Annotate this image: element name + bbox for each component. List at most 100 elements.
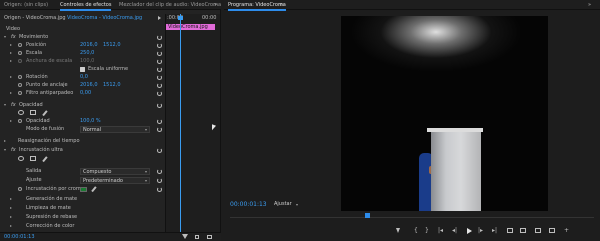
playhead-handle[interactable] (178, 16, 183, 20)
group-correccion[interactable]: Corrección de color (0, 222, 165, 230)
lift-icon[interactable] (507, 228, 513, 233)
export-frame-icon[interactable] (207, 234, 212, 239)
setting-select[interactable]: Predeterminado (80, 176, 150, 184)
expand-chevron-icon[interactable] (10, 225, 12, 227)
zoom-select[interactable]: Ajustar (274, 201, 314, 208)
go-to-out-icon[interactable]: ▸| (492, 228, 497, 234)
eyedropper-icon[interactable] (91, 186, 97, 192)
key-color-swatch[interactable] (80, 186, 87, 192)
reset-icon[interactable] (157, 50, 162, 56)
add-marker-icon[interactable] (396, 228, 400, 233)
panel-overflow-icon[interactable]: » (214, 1, 217, 9)
export-frame-icon[interactable] (535, 228, 541, 233)
reset-icon[interactable] (157, 90, 162, 96)
filter-icon[interactable] (182, 234, 188, 239)
effect-movimiento[interactable]: fx Movimiento (0, 33, 165, 41)
ruler-track[interactable] (230, 217, 594, 218)
uniform-scale-checkbox[interactable] (80, 66, 85, 72)
fx-icon[interactable]: fx (11, 33, 16, 41)
reset-icon[interactable] (157, 82, 162, 88)
stopwatch-icon[interactable] (18, 119, 22, 123)
reset-icon[interactable] (157, 74, 162, 80)
fx-icon[interactable]: fx (11, 146, 16, 154)
reset-icon[interactable] (157, 147, 162, 153)
antiparpadeo-value[interactable]: 0,00 (80, 89, 91, 97)
stopwatch-icon[interactable] (18, 51, 22, 55)
reset-icon[interactable] (157, 126, 162, 132)
expand-chevron-icon[interactable] (10, 92, 12, 94)
expand-chevron-icon[interactable] (10, 44, 12, 46)
comparison-view-icon[interactable] (549, 228, 555, 233)
playhead-handle[interactable] (365, 213, 370, 218)
reset-icon[interactable] (157, 168, 162, 174)
reset-icon[interactable] (157, 186, 162, 192)
group-generacion[interactable]: Generación de mate (0, 195, 165, 203)
expand-chevron-icon[interactable] (10, 60, 12, 62)
posicion-y-value[interactable]: 1512,0 (103, 41, 121, 49)
mark-out-icon[interactable]: } (425, 228, 429, 234)
reset-icon[interactable] (157, 34, 162, 40)
tab-audio-clip-mixer[interactable]: Mezclador del clip de audio: VideoCroma (119, 1, 221, 9)
group-limpieza[interactable]: Limpieza de mate (0, 204, 165, 212)
show-timeline-icon[interactable] (158, 16, 161, 20)
panel-overflow-icon[interactable]: » (588, 1, 591, 9)
playhead-line[interactable] (180, 14, 181, 236)
escala-value[interactable]: 250,0 (80, 49, 94, 57)
rotacion-value[interactable]: 0,0 (80, 73, 88, 81)
opacidad-value[interactable]: 100,0 % (80, 117, 101, 125)
step-back-icon[interactable]: ◂| (452, 228, 457, 234)
sequence-clip-label[interactable]: VideoCroma - VideoCroma.jpg (67, 14, 142, 22)
program-time-ruler[interactable] (224, 211, 600, 219)
rectangle-mask-icon[interactable] (30, 110, 36, 115)
play-icon[interactable] (467, 228, 472, 234)
ellipse-mask-icon[interactable] (18, 110, 24, 115)
add-button-icon[interactable]: + (564, 228, 569, 234)
posicion-x-value[interactable]: 2016,0 (80, 41, 98, 49)
mark-in-icon[interactable]: { (414, 228, 418, 234)
stopwatch-icon[interactable] (18, 43, 22, 47)
expand-chevron-icon[interactable] (4, 36, 6, 38)
expand-chevron-icon[interactable] (4, 104, 6, 106)
footer-timecode[interactable]: 00:00:01:13 (4, 234, 35, 241)
stopwatch-icon[interactable] (18, 91, 22, 95)
blend-mode-select[interactable]: Normal (80, 125, 150, 133)
stopwatch-icon[interactable] (18, 75, 22, 79)
reset-icon[interactable] (157, 118, 162, 124)
master-clip-label[interactable]: Origen - VideoCroma.jpg (4, 14, 66, 22)
expand-chevron-icon[interactable] (4, 149, 6, 151)
fx-icon[interactable]: fx (11, 101, 16, 109)
tab-source[interactable]: Origen: (sin clips) (4, 1, 48, 9)
step-forward-icon[interactable]: |▸ (478, 228, 483, 234)
rectangle-mask-icon[interactable] (30, 156, 36, 161)
reset-icon[interactable] (157, 102, 162, 108)
pen-mask-icon[interactable] (42, 156, 48, 162)
reset-icon[interactable] (157, 177, 162, 183)
reset-icon[interactable] (157, 42, 162, 48)
expand-chevron-icon[interactable] (10, 52, 12, 54)
expand-chevron-icon[interactable] (10, 198, 12, 200)
timeline-clip[interactable]: VideoCroma.jpg (166, 24, 215, 30)
timeline-ruler[interactable]: :00:00 00:00 (166, 14, 221, 22)
output-select[interactable]: Compuesto (80, 167, 150, 175)
effect-incrustacion[interactable]: fx Incrustación ultra (0, 146, 165, 154)
expand-chevron-icon[interactable] (10, 76, 12, 78)
reset-icon[interactable] (157, 58, 162, 64)
pen-mask-icon[interactable] (42, 110, 48, 116)
expand-chevron-icon[interactable] (10, 120, 12, 122)
group-supresion[interactable]: Supresión de rebase (0, 213, 165, 221)
reset-icon[interactable] (157, 66, 162, 72)
program-menu-icon[interactable]: ≡ (279, 1, 283, 9)
stopwatch-icon[interactable] (18, 83, 22, 87)
stopwatch-icon[interactable] (18, 187, 22, 191)
expand-chevron-icon[interactable] (10, 216, 12, 218)
anclaje-y-value[interactable]: 1512,0 (103, 81, 121, 89)
play-audio-icon[interactable] (195, 234, 199, 239)
tab-program[interactable]: Programa: VideoCroma (228, 1, 286, 11)
ellipse-mask-icon[interactable] (18, 156, 24, 161)
expand-chevron-icon[interactable] (4, 140, 6, 142)
effect-opacidad[interactable]: fx Opacidad (0, 101, 165, 109)
program-timecode[interactable]: 00:00:01:13 (230, 201, 267, 208)
go-to-in-icon[interactable]: |◂ (438, 228, 443, 234)
effect-reasignacion[interactable]: Reasignación del tiempo (0, 137, 165, 145)
anclaje-x-value[interactable]: 2016,0 (80, 81, 98, 89)
